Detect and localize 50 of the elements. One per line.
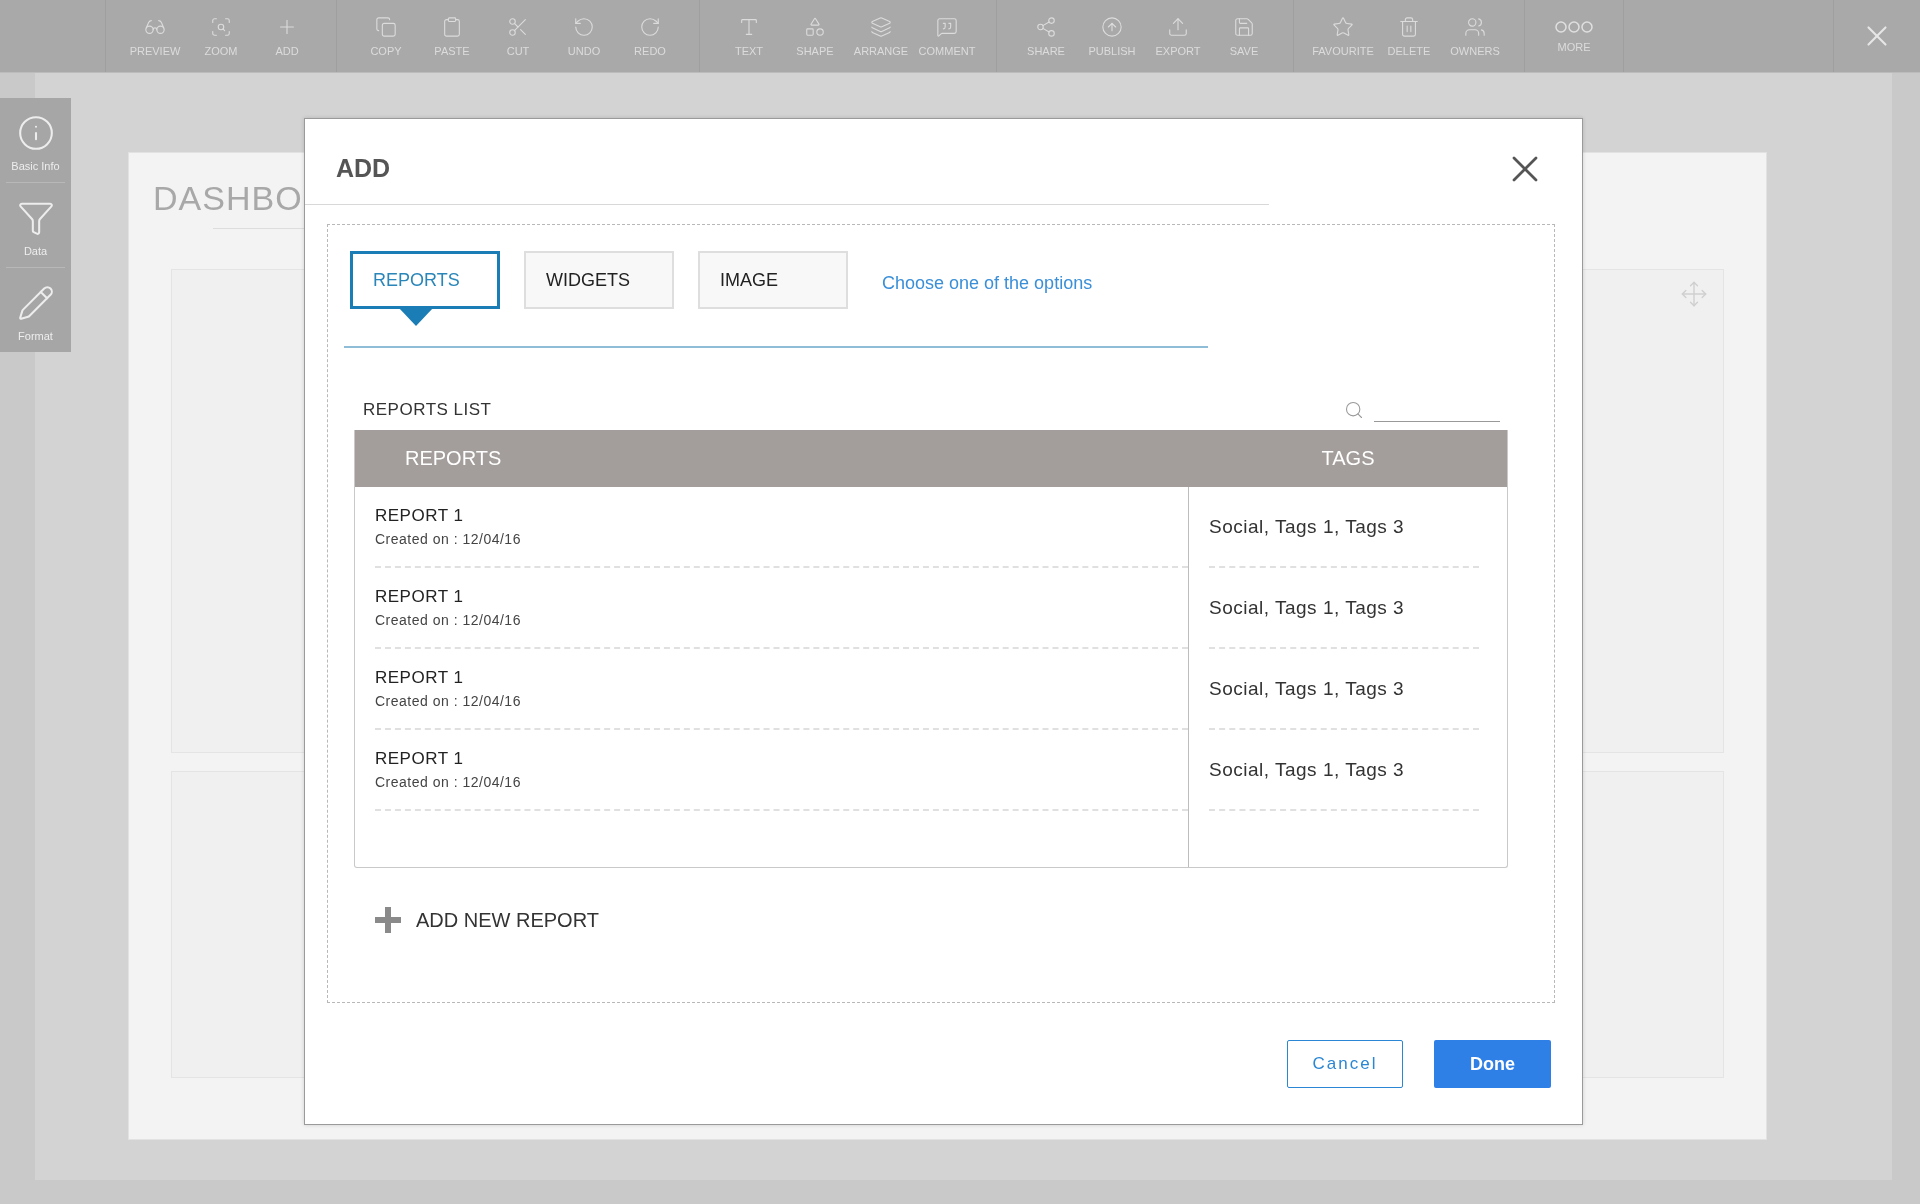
dialog-title: ADD [336, 154, 391, 183]
move-icon[interactable] [1680, 280, 1708, 308]
report-name: REPORT 1 [375, 749, 465, 769]
report-date: Created on : 12/04/16 [375, 531, 522, 547]
tab[interactable]: WIDGETS [524, 251, 674, 309]
users-icon [1464, 15, 1486, 38]
dashboard-title: DASHBO [153, 179, 303, 218]
search-icon [1344, 400, 1364, 420]
zoom-icon [210, 15, 232, 38]
column-header: TAGS [1189, 430, 1507, 487]
scissors-icon [507, 15, 529, 38]
done-button[interactable]: Done [1434, 1040, 1551, 1088]
add-report-button[interactable]: ADD NEW REPORT [374, 906, 599, 934]
shapes-icon [804, 15, 826, 38]
undo-icon [573, 15, 595, 38]
report-date: Created on : 12/04/16 [375, 774, 522, 790]
tab[interactable]: IMAGE [698, 251, 848, 309]
sidebar-item[interactable]: Format [6, 268, 65, 352]
save-icon [1233, 15, 1255, 38]
report-tags: Social, Tags 1, Tags 3 [1209, 677, 1479, 700]
info-icon [16, 114, 55, 152]
list-title: REPORTS LIST [363, 400, 492, 420]
report-date: Created on : 12/04/16 [375, 612, 522, 628]
upload-circle-icon [1101, 15, 1123, 38]
report-name: REPORT 1 [375, 668, 465, 688]
dots-icon [1555, 19, 1593, 34]
report-name: REPORT 1 [375, 587, 465, 607]
pencil-icon [16, 284, 55, 322]
report-tags: Social, Tags 1, Tags 3 [1209, 758, 1479, 781]
report-tags: Social, Tags 1, Tags 3 [1209, 515, 1479, 538]
share-icon [1035, 15, 1057, 38]
column-header: REPORTS [355, 430, 1189, 487]
report-tags: Social, Tags 1, Tags 3 [1209, 596, 1479, 619]
cancel-button[interactable]: Cancel [1287, 1040, 1403, 1088]
comment-icon [936, 15, 958, 38]
clipboard-icon [441, 15, 463, 38]
tab-pointer [399, 308, 433, 326]
copy-icon [375, 15, 397, 38]
report-date: Created on : 12/04/16 [375, 693, 522, 709]
sidebar-item[interactable]: Data [6, 183, 65, 268]
redo-icon [639, 15, 661, 38]
plus-icon [374, 906, 402, 934]
layers-icon [870, 15, 892, 38]
trash-icon [1398, 15, 1420, 38]
star-icon [1332, 15, 1354, 38]
hint-text: Choose one of the options [882, 272, 1093, 294]
upload-icon [1167, 15, 1189, 38]
sidebar-item[interactable]: Basic Info [6, 98, 65, 183]
search-field[interactable] [1344, 400, 1500, 420]
report-name: REPORT 1 [375, 506, 465, 526]
